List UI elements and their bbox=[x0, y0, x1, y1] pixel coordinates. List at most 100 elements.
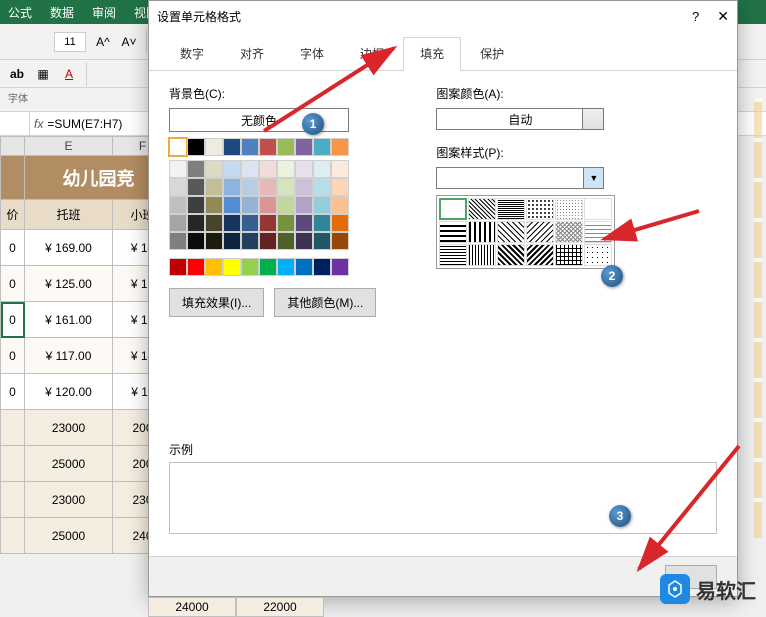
pattern-color-select[interactable]: 自动 ▼ bbox=[436, 108, 604, 130]
color-swatch[interactable] bbox=[331, 258, 349, 276]
color-swatch[interactable] bbox=[259, 160, 277, 178]
tab-border[interactable]: 边框 bbox=[343, 37, 401, 70]
ribbon-tab-data[interactable]: 数据 bbox=[50, 4, 74, 21]
color-swatch[interactable] bbox=[187, 160, 205, 178]
pattern-swatch[interactable] bbox=[468, 244, 496, 266]
color-swatch[interactable] bbox=[295, 258, 313, 276]
color-swatch[interactable] bbox=[223, 232, 241, 250]
pattern-style-select[interactable]: ▼ bbox=[436, 167, 604, 189]
cell[interactable] bbox=[1, 518, 25, 554]
cell[interactable]: 0 bbox=[1, 374, 25, 410]
help-icon[interactable]: ? bbox=[692, 9, 699, 24]
header-price[interactable]: 价 bbox=[1, 200, 25, 230]
color-swatch[interactable] bbox=[169, 258, 187, 276]
pattern-swatch[interactable] bbox=[468, 198, 496, 220]
cell[interactable] bbox=[1, 410, 25, 446]
pattern-swatch[interactable] bbox=[439, 244, 467, 266]
color-swatch[interactable] bbox=[277, 178, 295, 196]
color-swatch[interactable] bbox=[331, 196, 349, 214]
color-swatch[interactable] bbox=[295, 214, 313, 232]
color-swatch[interactable] bbox=[295, 196, 313, 214]
color-swatch[interactable] bbox=[241, 214, 259, 232]
color-swatch[interactable] bbox=[223, 196, 241, 214]
fill-effects-button[interactable]: 填充效果(I)... bbox=[169, 288, 264, 317]
color-swatch[interactable] bbox=[277, 160, 295, 178]
increase-font-icon[interactable]: A^ bbox=[94, 33, 112, 51]
border-icon[interactable]: ▦ bbox=[34, 65, 52, 83]
cell[interactable]: 23000 bbox=[25, 410, 113, 446]
color-swatch[interactable] bbox=[295, 232, 313, 250]
tab-protect[interactable]: 保护 bbox=[463, 37, 521, 70]
color-swatch[interactable] bbox=[205, 160, 223, 178]
color-swatch[interactable] bbox=[313, 138, 331, 156]
color-swatch[interactable] bbox=[331, 232, 349, 250]
cell[interactable]: 25000 bbox=[25, 518, 113, 554]
color-swatch[interactable] bbox=[331, 138, 349, 156]
close-icon[interactable]: ✕ bbox=[717, 8, 729, 25]
cell[interactable]: 0 bbox=[1, 338, 25, 374]
color-swatch[interactable] bbox=[277, 138, 295, 156]
color-swatch[interactable] bbox=[295, 138, 313, 156]
pattern-swatch[interactable] bbox=[497, 244, 525, 266]
color-swatch[interactable] bbox=[169, 232, 187, 250]
header-nursery[interactable]: 托班 bbox=[25, 200, 113, 230]
col-header-E[interactable]: E bbox=[25, 137, 113, 156]
other-colors-button[interactable]: 其他颜色(M)... bbox=[274, 288, 376, 317]
pattern-swatch[interactable] bbox=[584, 198, 612, 220]
color-swatch[interactable] bbox=[223, 160, 241, 178]
color-swatch[interactable] bbox=[205, 196, 223, 214]
pattern-swatch[interactable] bbox=[439, 198, 467, 220]
pattern-swatch[interactable] bbox=[468, 221, 496, 243]
pattern-swatch[interactable] bbox=[555, 221, 583, 243]
pattern-swatch[interactable] bbox=[584, 221, 612, 243]
color-swatch[interactable] bbox=[169, 196, 187, 214]
color-swatch[interactable] bbox=[169, 160, 187, 178]
color-swatch[interactable] bbox=[259, 258, 277, 276]
color-swatch[interactable] bbox=[331, 178, 349, 196]
cell[interactable]: ¥ 117.00 bbox=[25, 338, 113, 374]
color-swatch[interactable] bbox=[313, 258, 331, 276]
color-swatch[interactable] bbox=[187, 214, 205, 232]
cell[interactable]: 0 bbox=[1, 266, 25, 302]
ribbon-tab-formula[interactable]: 公式 bbox=[8, 4, 32, 21]
color-swatch[interactable] bbox=[205, 138, 223, 156]
color-swatch[interactable] bbox=[169, 178, 187, 196]
color-swatch[interactable] bbox=[223, 214, 241, 232]
color-swatch[interactable] bbox=[313, 196, 331, 214]
color-swatch[interactable] bbox=[241, 232, 259, 250]
tab-font[interactable]: 字体 bbox=[283, 37, 341, 70]
color-swatch[interactable] bbox=[241, 138, 259, 156]
color-swatch[interactable] bbox=[187, 232, 205, 250]
font-size-input[interactable] bbox=[54, 32, 86, 52]
color-swatch[interactable] bbox=[313, 214, 331, 232]
tab-number[interactable]: 数字 bbox=[163, 37, 221, 70]
cell[interactable]: 23000 bbox=[25, 482, 113, 518]
color-swatch[interactable] bbox=[295, 178, 313, 196]
pattern-swatch[interactable] bbox=[526, 198, 554, 220]
fx-icon[interactable]: fx bbox=[34, 117, 43, 131]
color-swatch[interactable] bbox=[187, 138, 205, 156]
pattern-swatch[interactable] bbox=[497, 198, 525, 220]
color-swatch[interactable] bbox=[277, 214, 295, 232]
color-swatch[interactable] bbox=[259, 178, 277, 196]
formula-text[interactable]: =SUM(E7:H7) bbox=[47, 117, 122, 131]
cell[interactable]: ¥ 161.00 bbox=[25, 302, 113, 338]
ribbon-tab-review[interactable]: 审阅 bbox=[92, 4, 116, 21]
color-swatch[interactable] bbox=[205, 232, 223, 250]
cell[interactable] bbox=[1, 446, 25, 482]
cell[interactable]: 22000 bbox=[236, 597, 324, 617]
pattern-swatch[interactable] bbox=[555, 244, 583, 266]
color-swatch[interactable] bbox=[223, 138, 241, 156]
color-swatch[interactable] bbox=[259, 214, 277, 232]
selected-cell[interactable]: 0 bbox=[1, 302, 25, 338]
color-swatch[interactable] bbox=[259, 138, 277, 156]
color-swatch[interactable] bbox=[241, 178, 259, 196]
color-swatch[interactable] bbox=[313, 232, 331, 250]
cell[interactable] bbox=[1, 482, 25, 518]
pattern-swatch[interactable] bbox=[497, 221, 525, 243]
cell[interactable]: 0 bbox=[1, 230, 25, 266]
color-swatch[interactable] bbox=[331, 214, 349, 232]
color-swatch[interactable] bbox=[187, 258, 205, 276]
color-swatch[interactable] bbox=[223, 258, 241, 276]
bold-icon[interactable]: ab bbox=[8, 65, 26, 83]
